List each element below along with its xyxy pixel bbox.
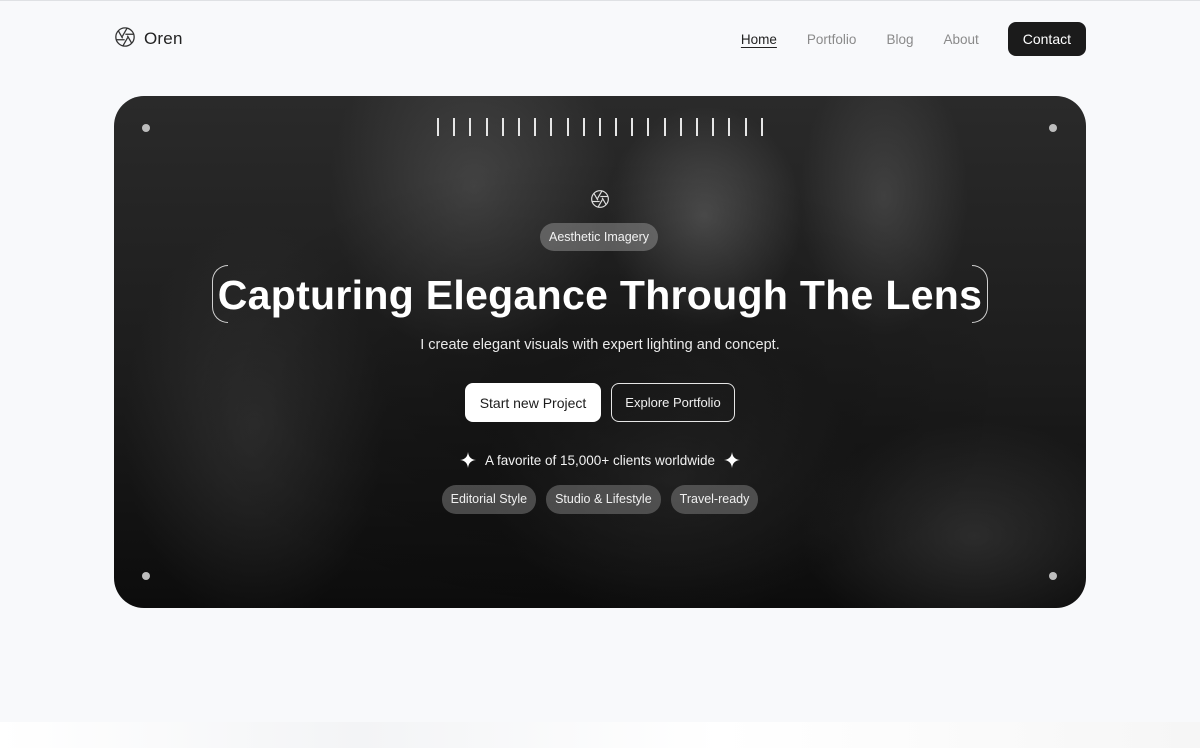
next-section-edge [0, 722, 1200, 748]
client-count: A favorite of 15,000+ clients worldwide [114, 452, 1086, 468]
main-nav: Home Portfolio Blog About Contact [711, 22, 1086, 56]
aperture-icon [114, 26, 136, 53]
sparkle-icon [459, 452, 476, 468]
corner-dot-bottom-right [1049, 572, 1057, 580]
hero-badge: Aesthetic Imagery [540, 223, 659, 251]
nav-home[interactable]: Home [741, 32, 777, 47]
sparkle-icon [724, 452, 740, 468]
brand[interactable]: Oren [114, 26, 183, 53]
site-header: Oren Home Portfolio Blog About Contact [114, 21, 1086, 57]
corner-dot-bottom-left [142, 572, 150, 580]
aperture-icon [590, 189, 610, 214]
contact-button[interactable]: Contact [1007, 22, 1086, 56]
nav-about[interactable]: About [943, 32, 978, 47]
brand-name: Oren [144, 29, 183, 48]
corner-dot-top-left [142, 124, 150, 132]
ruler-ticks [437, 118, 763, 136]
tag-editorial-style: Editorial Style [441, 485, 537, 514]
nav-portfolio[interactable]: Portfolio [807, 32, 857, 47]
tag-studio-lifestyle: Studio & Lifestyle [546, 485, 661, 514]
tag-travel-ready: Travel-ready [670, 485, 759, 514]
hero-headline: Capturing Elegance Through The Lens [217, 272, 983, 318]
style-tags: Editorial Style Studio & Lifestyle Trave… [114, 485, 1086, 514]
hero-section: Aesthetic Imagery Capturing Elegance Thr… [114, 96, 1086, 608]
start-project-button[interactable]: Start new Project [465, 383, 601, 422]
hero-subline: I create elegant visuals with expert lig… [420, 337, 780, 353]
client-count-text: A favorite of 15,000+ clients worldwide [484, 452, 715, 468]
explore-portfolio-button[interactable]: Explore Portfolio [611, 383, 735, 422]
nav-blog[interactable]: Blog [886, 32, 913, 47]
corner-dot-top-right [1049, 124, 1057, 132]
